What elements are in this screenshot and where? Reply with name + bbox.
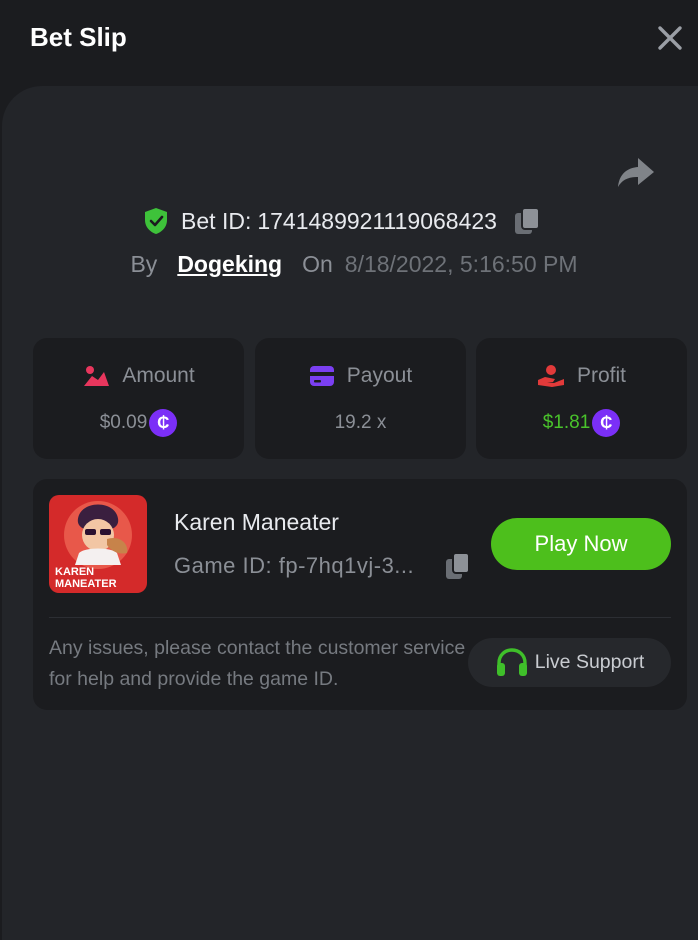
divider: [49, 617, 671, 618]
bet-id-row: Bet ID: 1741489921119068423: [0, 204, 698, 238]
play-now-button[interactable]: Play Now: [491, 518, 671, 570]
coin-icon: ₵: [149, 409, 178, 437]
share-button[interactable]: [616, 154, 656, 190]
copy-icon[interactable]: [513, 206, 541, 236]
game-id: Game ID: fp-7hq1vj-3...: [174, 553, 415, 578]
profit-value: $1.81: [542, 412, 591, 433]
close-button[interactable]: [654, 22, 686, 54]
payout-card: Payout 19.2 x: [255, 338, 466, 459]
page-title: Bet Slip: [30, 22, 127, 52]
thumb-title-line2: MANEATER: [55, 578, 117, 590]
close-icon: [658, 26, 682, 50]
payout-value: 19.2 x: [334, 412, 387, 433]
live-support-label: Live Support: [534, 651, 645, 673]
bet-author-row: By Dogeking On 8/18/2022, 5:16:50 PM: [0, 247, 698, 281]
amount-icon: [84, 366, 110, 386]
amount-value: $0.09: [99, 412, 148, 433]
verified-shield-icon: [145, 208, 168, 234]
amount-label: Amount: [122, 364, 195, 387]
payout-label: Payout: [346, 364, 413, 387]
on-label: On: [302, 250, 333, 277]
thumb-title-line1: KAREN: [55, 566, 94, 578]
live-support-button[interactable]: Live Support: [468, 638, 671, 687]
bet-id-value: 1741489921119068423: [257, 207, 497, 234]
bet-date: 8/18/2022, 5:16:50 PM: [344, 250, 578, 277]
username-link[interactable]: Dogeking: [177, 251, 282, 278]
profit-card: Profit $1.81 ₵: [476, 338, 687, 459]
payout-card-icon: [309, 366, 334, 386]
game-card: KAREN MANEATER Karen Maneater Game ID: f…: [33, 479, 687, 710]
game-name: Karen Maneater: [174, 509, 339, 535]
game-thumbnail[interactable]: KAREN MANEATER: [49, 495, 147, 593]
headset-icon: [496, 647, 527, 676]
support-message: Any issues, please contact the customer …: [49, 637, 466, 690]
amount-card: Amount $0.09 ₵: [33, 338, 244, 459]
copy-icon[interactable]: [445, 551, 471, 581]
profit-hand-icon: [537, 365, 564, 387]
by-label: By: [130, 250, 158, 277]
bet-id-label: Bet ID:: [181, 207, 252, 234]
profit-label: Profit: [576, 364, 626, 387]
game-thumbnail-art: KAREN MANEATER: [49, 495, 147, 593]
share-icon: [618, 158, 654, 187]
header: Bet Slip: [0, 0, 698, 86]
coin-icon: ₵: [592, 409, 621, 437]
